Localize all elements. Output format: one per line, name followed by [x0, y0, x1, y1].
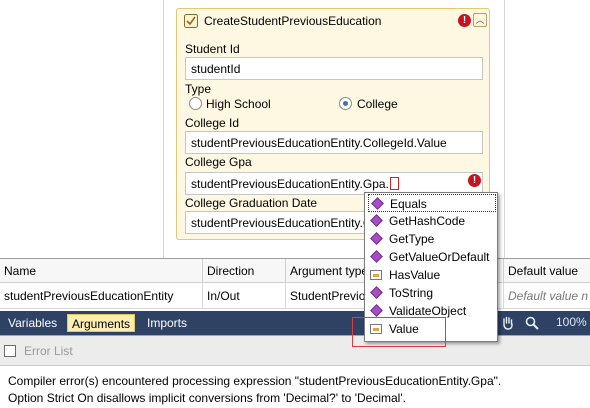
completion-item-label: GetValueOrDefault [389, 250, 490, 264]
completion-item-getvalueordefault[interactable]: GetValueOrDefault [368, 248, 496, 266]
completion-item-equals[interactable]: Equals [368, 194, 496, 212]
annotation-highlight-box [352, 317, 446, 347]
college-gpa-expression[interactable]: studentPreviousEducationEntity.Gpa. [191, 177, 389, 191]
completion-item-label: GetType [389, 232, 435, 246]
collapse-chevron-icon[interactable]: ︿ [473, 13, 487, 27]
completion-item-gethashcode[interactable]: GetHashCode [368, 212, 496, 230]
extension-method-icon [370, 304, 383, 317]
method-icon [370, 286, 383, 299]
property-icon [370, 270, 382, 280]
method-icon [370, 214, 383, 227]
completion-item-label: ValidateObject [389, 304, 467, 318]
error-list-title: Error List [24, 344, 73, 358]
high-school-radio[interactable] [189, 97, 202, 110]
student-id-field[interactable]: studentId [185, 57, 483, 80]
error-list-header: Error List [0, 336, 590, 366]
high-school-radio-label[interactable]: High School [206, 97, 271, 111]
argument-name-cell[interactable]: studentPreviousEducationEntity [0, 283, 203, 309]
method-icon [371, 197, 384, 210]
college-id-label: College Id [185, 116, 240, 130]
college-gpa-label: College Gpa [185, 155, 252, 169]
pan-hand-icon[interactable] [500, 315, 516, 331]
graduation-date-label: College Graduation Date [185, 196, 318, 210]
tab-arguments[interactable]: Arguments [67, 314, 136, 332]
sequence-right-border [504, 0, 505, 258]
arguments-grid-header: Name Direction Argument type Default val… [0, 259, 590, 283]
student-id-label: Student Id [185, 42, 240, 56]
tab-variables[interactable]: Variables [4, 314, 61, 332]
column-header-name[interactable]: Name [0, 259, 203, 283]
tab-imports[interactable]: Imports [143, 314, 191, 332]
completion-item-gettype[interactable]: GetType [368, 230, 496, 248]
college-radio-label[interactable]: College [357, 97, 398, 111]
text-caret-highlight [389, 177, 399, 190]
college-radio[interactable] [339, 97, 352, 110]
college-id-field[interactable]: studentPreviousEducationEntity.CollegeId… [185, 131, 483, 154]
column-header-direction[interactable]: Direction [203, 259, 286, 283]
argument-direction-cell[interactable]: In/Out [203, 283, 286, 309]
workflow-designer-canvas[interactable]: CreateStudentPreviousEducation ! ︿ Stude… [0, 0, 590, 258]
completion-item-label: HasValue [389, 268, 441, 282]
method-icon [370, 232, 383, 245]
zoom-level[interactable]: 100% [556, 315, 587, 329]
error-list-icon [4, 345, 16, 357]
zoom-magnifier-icon[interactable] [524, 315, 540, 331]
completion-item-label: Equals [390, 197, 427, 211]
error-message-line: Compiler error(s) encountered processing… [8, 374, 502, 388]
method-icon [370, 250, 383, 263]
designer-tab-bar: Variables Arguments Imports 100% [0, 311, 590, 335]
arguments-grid[interactable]: Name Direction Argument type Default val… [0, 258, 590, 309]
gpa-error-icon[interactable]: ! [468, 174, 481, 187]
activity-header: CreateStudentPreviousEducation ! ︿ [177, 9, 489, 33]
completion-item-tostring[interactable]: ToString [368, 284, 496, 302]
activity-icon [184, 14, 198, 28]
error-message-line: Option Strict On disallows implicit conv… [8, 391, 406, 405]
argument-default-value-cell[interactable]: Default value n [504, 283, 590, 309]
sequence-left-border [163, 0, 164, 258]
completion-item-label: ToString [389, 286, 434, 300]
completion-item-label: GetHashCode [389, 214, 466, 228]
error-list-panel: Error List Compiler error(s) encountered… [0, 335, 590, 408]
table-row[interactable]: studentPreviousEducationEntity In/Out St… [0, 283, 590, 309]
error-icon[interactable]: ! [458, 14, 471, 27]
completion-item-hasvalue[interactable]: HasValue [368, 266, 496, 284]
type-label: Type [185, 82, 212, 96]
column-header-default-value[interactable]: Default value [504, 259, 590, 283]
activity-title: CreateStudentPreviousEducation [204, 14, 382, 28]
